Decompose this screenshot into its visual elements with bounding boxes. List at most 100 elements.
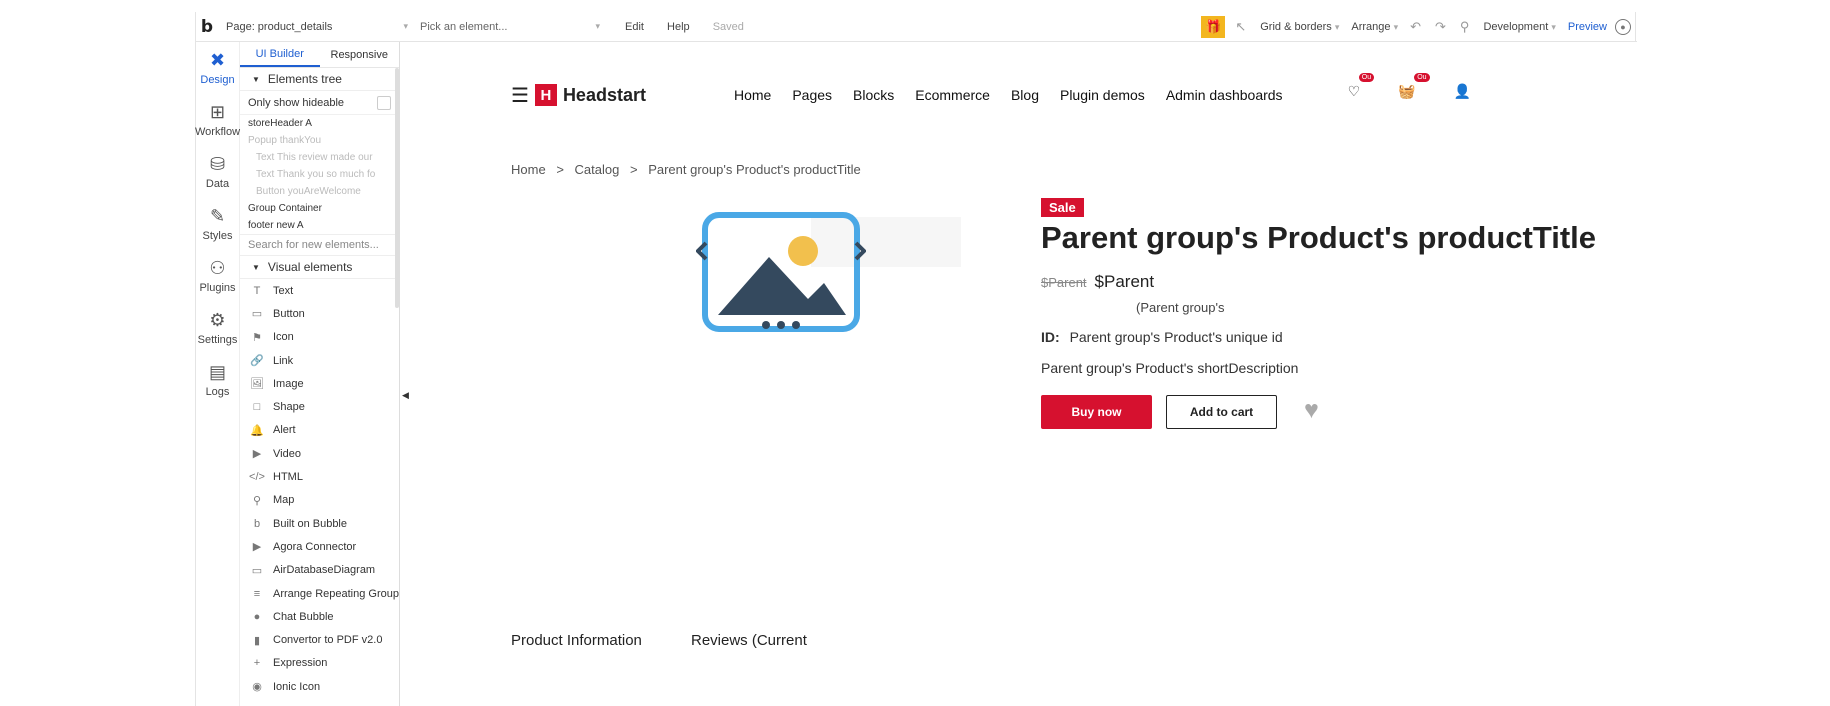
visual-element-label: Agora Connector	[273, 540, 357, 553]
visual-element-label: HTML	[273, 471, 303, 484]
rail-label: Logs	[205, 386, 230, 398]
page-selector[interactable]: Page: product_details ▾	[218, 21, 408, 33]
cursor-icon[interactable]: ↖	[1235, 19, 1246, 35]
visual-element-item[interactable]: ▭ AirDatabaseDiagram	[240, 559, 399, 582]
tree-item[interactable]: Text Thank you so much fo	[240, 166, 399, 183]
element-search-input[interactable]: Search for new elements...	[240, 234, 399, 256]
visual-element-label: Map	[273, 494, 295, 507]
rail-design[interactable]: ✖ Design	[196, 42, 239, 94]
chevron-down-icon: ▾	[1334, 22, 1340, 32]
only-show-hideable-row: Only show hideable	[240, 91, 399, 115]
workflow-icon: ⊞	[209, 102, 226, 122]
collapse-panel-icon[interactable]: ◀	[402, 390, 409, 401]
visual-element-item[interactable]: </> HTML	[240, 465, 399, 488]
tree-item[interactable]: storeHeader A	[240, 115, 399, 132]
nav-plugin-demos[interactable]: Plugin demos	[1060, 87, 1145, 103]
hamburger-menu-icon[interactable]: ☰	[511, 83, 529, 108]
visual-element-item[interactable]: + Expression	[240, 652, 399, 675]
panel-scrollbar[interactable]	[395, 68, 399, 308]
current-price: $Parent	[1094, 272, 1155, 291]
visual-element-item[interactable]: ● Chat Bubble	[240, 605, 399, 628]
product-image-gallery[interactable]	[696, 207, 866, 337]
tree-item[interactable]: Group Container	[240, 200, 399, 217]
rail-workflow[interactable]: ⊞ Workflow	[195, 94, 240, 146]
only-show-hideable-checkbox[interactable]	[377, 95, 391, 110]
rail-data[interactable]: ⛁ Data	[196, 146, 239, 198]
redo-icon[interactable]: ↷	[1435, 19, 1446, 35]
visual-elements-list: T Text ▭ Button ⚑ Icon 🔗 Link 🖼 Image □ Shape 🔔 Alert…	[240, 279, 399, 698]
rail-styles[interactable]: ✎ Styles	[196, 198, 239, 250]
tab-responsive[interactable]: Responsive	[320, 42, 400, 67]
tree-item[interactable]: Button youAreWelcome	[240, 183, 399, 200]
visual-element-item[interactable]: 🖼 Image	[240, 372, 399, 395]
nav-pages[interactable]: Pages	[792, 87, 832, 103]
tab-reviews[interactable]: Reviews (Current	[691, 632, 807, 652]
tree-item[interactable]: Text This review made our	[240, 149, 399, 166]
cart-count-badge: Ou	[1414, 73, 1430, 82]
rail-logs[interactable]: ▤ Logs	[196, 354, 239, 406]
slide-dot[interactable]	[792, 321, 800, 329]
account-button[interactable]: 👤	[1454, 83, 1471, 100]
visual-element-label: Ionic Icon	[273, 680, 321, 693]
visual-element-item[interactable]: 🔗 Link	[240, 349, 399, 372]
store-header: ☰ H Headstart Home Pages Blocks Ecommerc…	[511, 73, 1471, 113]
visual-element-item[interactable]: ▶ Video	[240, 442, 399, 465]
element-type-icon: 🖼	[250, 378, 264, 391]
chevron-down-icon: ▾	[1551, 22, 1556, 32]
header-icons: ♡ Ou 🧺 Ou 👤	[1310, 73, 1471, 100]
brand-logo-icon[interactable]: H	[534, 84, 557, 106]
environment-label: Development	[1483, 21, 1549, 33]
panel-tabs: UI Builder Responsive	[240, 42, 399, 68]
chevron-down-icon: ▾	[1393, 22, 1399, 32]
cart-button[interactable]: 🧺 Ou	[1398, 73, 1430, 100]
visual-element-item[interactable]: ▮ Convertor to PDF v2.0	[240, 628, 399, 651]
search-icon[interactable]: ⚲	[1460, 19, 1470, 35]
nav-blocks[interactable]: Blocks	[853, 87, 894, 103]
arrange-label: Arrange	[1351, 21, 1391, 33]
tree-item[interactable]: footer new A	[240, 217, 399, 234]
visual-element-item[interactable]: ⚲ Map	[240, 489, 399, 512]
visual-elements-header[interactable]: ▼ Visual elements	[240, 256, 399, 279]
visual-element-item[interactable]: b Built on Bubble	[240, 512, 399, 535]
visual-element-item[interactable]: ⚑ Icon	[240, 326, 399, 349]
heart-icon[interactable]: ♥	[1304, 398, 1319, 423]
tab-product-information[interactable]: Product Information	[511, 632, 642, 649]
add-to-cart-button[interactable]: Add to cart	[1166, 395, 1277, 429]
brand-name[interactable]: Headstart	[563, 85, 646, 106]
visual-element-item[interactable]: ▭ Button	[240, 302, 399, 325]
slide-dot[interactable]	[762, 321, 770, 329]
nav-admin-dashboards[interactable]: Admin dashboards	[1166, 87, 1283, 103]
nav-ecommerce[interactable]: Ecommerce	[915, 87, 990, 103]
element-picker[interactable]: Pick an element... ▾	[420, 21, 600, 33]
visual-element-item[interactable]: ▶ Agora Connector	[240, 535, 399, 558]
elements-tree-header[interactable]: ▼ Elements tree	[240, 68, 399, 91]
visual-element-item[interactable]: T Text	[240, 279, 399, 302]
arrange-menu[interactable]: Arrange ▾	[1351, 21, 1398, 33]
environment-menu[interactable]: Development ▾	[1483, 21, 1555, 33]
visual-element-item[interactable]: □ Shape	[240, 395, 399, 418]
menu-edit[interactable]: Edit	[625, 21, 644, 33]
gift-icon[interactable]: 🎁	[1201, 16, 1226, 38]
tree-item[interactable]: Popup thankYou	[240, 132, 399, 149]
site-nav: Home Pages Blocks Ecommerce Blog Plugin …	[734, 87, 1304, 103]
bubble-logo[interactable]: b	[196, 17, 218, 37]
rail-plugins[interactable]: ⚇ Plugins	[196, 250, 239, 302]
nav-home[interactable]: Home	[734, 87, 771, 103]
buy-now-button[interactable]: Buy now	[1041, 395, 1152, 429]
breadcrumb-home[interactable]: Home	[511, 162, 546, 177]
rail-settings[interactable]: ⚙ Settings	[196, 302, 239, 354]
wishlist-button[interactable]: ♡ Ou	[1348, 73, 1375, 100]
menu-help[interactable]: Help	[667, 21, 690, 33]
visual-element-item[interactable]: ≡ Arrange Repeating Group	[240, 582, 399, 605]
slide-dot[interactable]	[777, 321, 785, 329]
breadcrumb-catalog[interactable]: Catalog	[575, 162, 620, 177]
account-icon[interactable]: ●	[1615, 19, 1631, 35]
tab-ui-builder[interactable]: UI Builder	[240, 42, 320, 67]
visual-element-item[interactable]: 🔔 Alert	[240, 419, 399, 442]
preview-button[interactable]: Preview	[1568, 21, 1607, 33]
bubble-editor: b Page: product_details ▾ Pick an elemen…	[195, 12, 1637, 706]
undo-icon[interactable]: ↶	[1410, 19, 1421, 35]
visual-element-item[interactable]: ◉ Ionic Icon	[240, 675, 399, 698]
grid-borders-menu[interactable]: Grid & borders ▾	[1260, 21, 1339, 33]
nav-blog[interactable]: Blog	[1011, 87, 1039, 103]
